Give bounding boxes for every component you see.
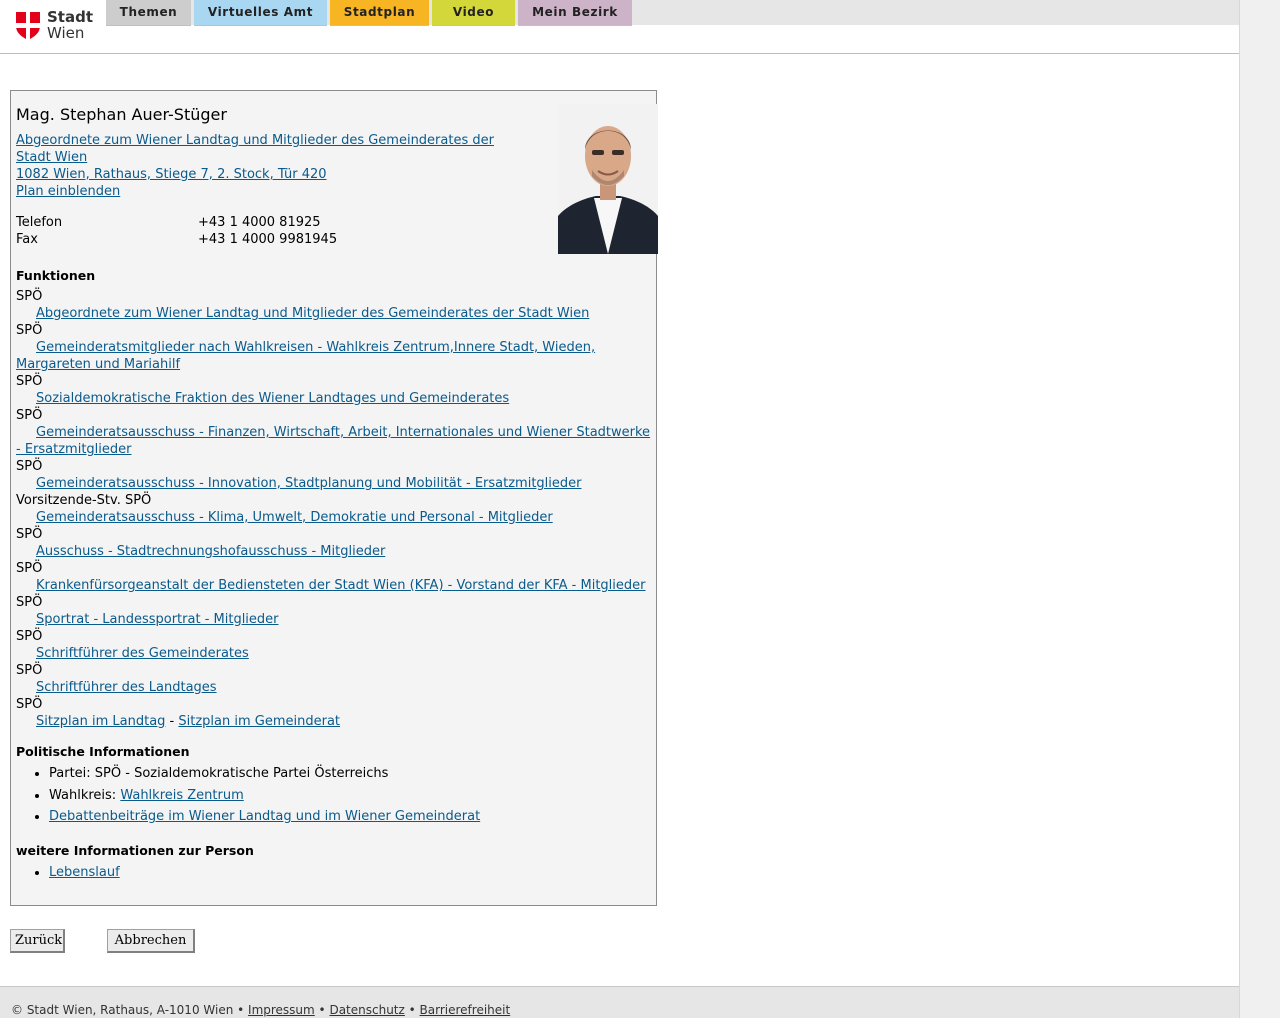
seat-plan-landtag-link[interactable]: Sitzplan im Landtag [36,714,165,729]
back-button[interactable]: Zurück [10,929,65,953]
more-info-heading: weitere Informationen zur Person [16,843,254,858]
functions-list: SPÖ Abgeordnete zum Wiener Landtag und M… [16,288,654,730]
cv-item: Lebenslauf [49,864,120,881]
function-link[interactable]: Schriftführer des Gemeinderates [16,645,654,662]
tab-stadtplan[interactable]: Stadtplan [330,0,429,26]
wahlkreis-link[interactable]: Wahlkreis Zentrum [120,788,243,803]
tab-virtuelles-amt[interactable]: Virtuelles Amt [194,0,327,26]
function-link[interactable]: Gemeinderatsausschuss - Innovation, Stad… [16,475,654,492]
seat-plan-separator: - [165,714,179,729]
impressum-link[interactable]: Impressum [248,1003,315,1017]
functions-heading: Funktionen [16,268,96,283]
function-link[interactable]: Krankenfürsorgeanstalt der Bediensteten … [16,577,654,594]
function-link[interactable]: Sozialdemokratische Fraktion des Wiener … [16,390,654,407]
wahlkreis-prefix: Wahlkreis: [49,787,121,803]
wahlkreis-item: Wahlkreis: Wahlkreis Zentrum [49,787,480,804]
party-text: Partei: SPÖ - Sozialdemokratische Partei… [49,766,389,781]
function-party: SPÖ [16,663,43,678]
person-photo [558,104,658,254]
function-party: SPÖ [16,408,43,423]
debate-link[interactable]: Debattenbeiträge im Wiener Landtag und i… [49,809,480,824]
function-party: SPÖ [16,323,43,338]
function-link[interactable]: Gemeinderatsmitglieder nach Wahlkreisen … [16,339,654,373]
function-link[interactable]: Abgeordnete zum Wiener Landtag und Mitgl… [16,305,654,322]
datenschutz-link[interactable]: Datenschutz [329,1003,404,1017]
person-name: Mag. Stephan Auer-Stüger [16,105,227,124]
lebenslauf-link[interactable]: Lebenslauf [49,865,120,880]
site-footer: © Stadt Wien, Rathaus, A-1010 Wien • Imp… [0,986,1239,1018]
footer-separator: • [404,1003,420,1017]
seat-plan-gemeinderat-link[interactable]: Sitzplan im Gemeinderat [178,714,340,729]
footer-copyright: © Stadt Wien, Rathaus, A-1010 Wien [11,1003,234,1017]
political-info-heading: Politische Informationen [16,744,190,759]
phone-value: +43 1 4000 81925 [198,215,321,230]
tab-mein-bezirk[interactable]: Mein Bezirk [518,0,632,26]
function-link[interactable]: Schriftführer des Landtages [16,679,654,696]
function-party: SPÖ [16,697,43,712]
function-party: SPÖ [16,289,43,304]
fax-value: +43 1 4000 9981945 [198,232,338,247]
political-info-list: Partei: SPÖ - Sozialdemokratische Partei… [16,765,480,830]
footer-separator: • [233,1003,249,1017]
function-party: SPÖ [16,629,43,644]
more-info-list: Lebenslauf [16,864,120,886]
function-link[interactable]: Gemeinderatsausschuss - Klima, Umwelt, D… [16,509,654,526]
plan-einblenden-link[interactable]: Plan einblenden [16,183,516,200]
fax-label: Fax [16,232,38,247]
function-link[interactable]: Gemeinderatsausschuss - Finanzen, Wirtsc… [16,424,654,458]
party-item: Partei: SPÖ - Sozialdemokratische Partei… [49,765,480,782]
main-nav: Themen Virtuelles Amt Stadtplan Video Me… [106,0,1239,26]
function-party: SPÖ [16,459,43,474]
portrait-image [558,104,658,254]
person-detail-panel: Mag. Stephan Auer-Stüger Abgeordnete zum… [10,90,658,906]
function-party: Vorsitzende-Stv. SPÖ [16,493,152,508]
logo-text-wien: Wien [47,24,85,42]
function-party: SPÖ [16,561,43,576]
address-link[interactable]: 1082 Wien, Rathaus, Stiege 7, 2. Stock, … [16,166,516,183]
site-header: Stadt Wien Themen Virtuelles Amt Stadtpl… [0,0,1239,54]
vienna-shield-icon [16,12,40,40]
tab-video[interactable]: Video [432,0,515,26]
seat-plan-row: Sitzplan im Landtag - Sitzplan im Gemein… [16,713,654,730]
function-link[interactable]: Sportrat - Landessportrat - Mitglieder [16,611,654,628]
debate-item: Debattenbeiträge im Wiener Landtag und i… [49,808,480,825]
function-party: SPÖ [16,374,43,389]
barrierefreiheit-link[interactable]: Barrierefreiheit [420,1003,511,1017]
footer-separator: • [314,1003,330,1017]
contact-table: Telefon +43 1 4000 81925 Fax +43 1 4000 … [16,214,416,248]
cancel-button[interactable]: Abbrechen [107,929,195,953]
stadt-wien-logo[interactable]: Stadt Wien [16,8,94,44]
logo-text-stadt: Stadt [47,8,94,26]
tab-themen[interactable]: Themen [106,0,191,26]
function-party: SPÖ [16,527,43,542]
phone-label: Telefon [16,215,63,230]
org-link[interactable]: Abgeordnete zum Wiener Landtag und Mitgl… [16,132,516,166]
right-gutter [1239,0,1280,1018]
function-party: SPÖ [16,595,43,610]
function-link[interactable]: Ausschuss - Stadtrechnungshofausschuss -… [16,543,654,560]
